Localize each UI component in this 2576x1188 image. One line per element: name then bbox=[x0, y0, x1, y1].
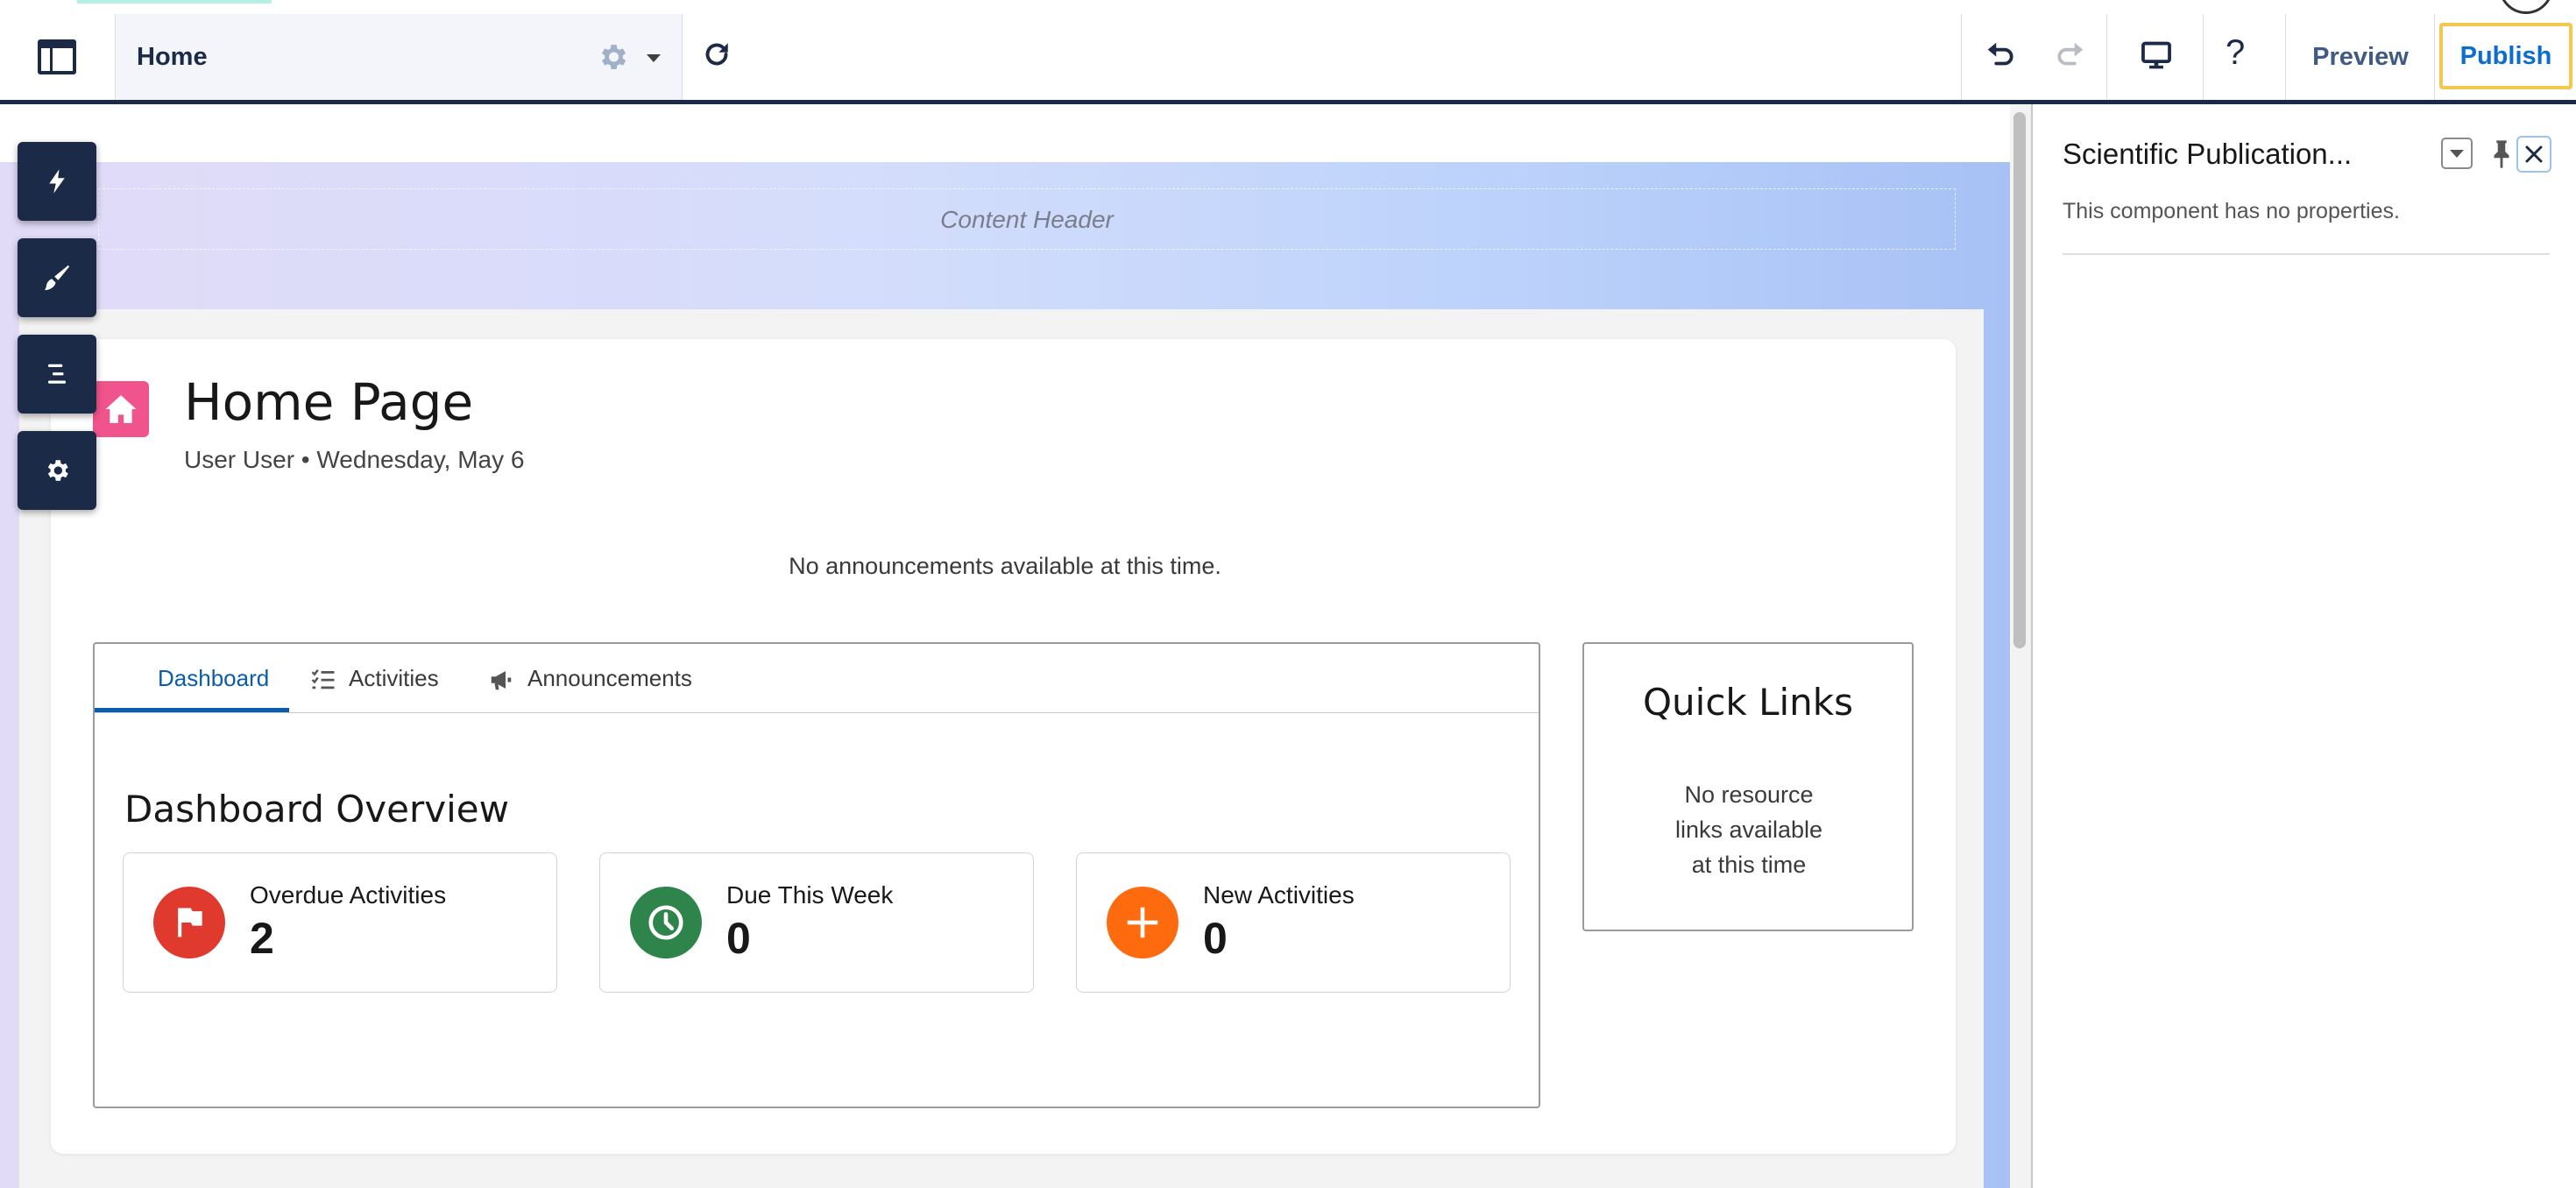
megaphone-icon bbox=[491, 671, 512, 690]
lightning-icon bbox=[49, 169, 65, 194]
quick-links-title: Quick Links bbox=[1642, 681, 1853, 724]
tab-announcements[interactable]: Announcements bbox=[487, 644, 692, 712]
stat-label: Due This Week bbox=[726, 881, 894, 909]
gear-icon bbox=[47, 460, 68, 481]
home-icon bbox=[93, 381, 149, 437]
close-icon bbox=[2525, 145, 2543, 163]
publish-button[interactable]: Publish bbox=[2439, 23, 2572, 89]
canvas-scrollbar-thumb[interactable] bbox=[2013, 112, 2026, 648]
stat-card-overdue[interactable]: Overdue Activities 2 bbox=[123, 852, 557, 993]
quick-links-empty-message: No resource links available at this time bbox=[1674, 781, 1823, 878]
pin-icon[interactable] bbox=[2492, 139, 2511, 169]
stat-label: Overdue Activities bbox=[250, 881, 447, 909]
panel-divider bbox=[2063, 253, 2550, 255]
user-avatar[interactable] bbox=[2499, 0, 2553, 14]
redo-icon[interactable] bbox=[2054, 39, 2087, 72]
panel-menu-button[interactable] bbox=[2441, 138, 2473, 169]
plus-icon bbox=[1107, 887, 1178, 958]
list-icon bbox=[48, 364, 66, 384]
stat-value: 0 bbox=[726, 914, 751, 963]
flag-icon bbox=[153, 887, 225, 958]
announcements-empty-message: No announcements available at this time. bbox=[789, 553, 1221, 579]
accent-strip bbox=[77, 0, 272, 4]
components-button[interactable] bbox=[18, 142, 96, 221]
panel-description: This component has no properties. bbox=[2063, 199, 2400, 223]
stat-card-due-this-week[interactable]: Due This Week 0 bbox=[599, 852, 1034, 993]
quick-links-card[interactable]: Quick Links No resource links available … bbox=[1582, 642, 1914, 931]
panel-title: Scientific Publication... bbox=[2063, 138, 2353, 170]
toolbar-divider bbox=[2285, 14, 2286, 100]
top-toolbar: Home ? Preview Publish bbox=[0, 0, 2576, 104]
page-settings-gear-icon[interactable] bbox=[596, 40, 629, 74]
theme-button[interactable] bbox=[18, 238, 96, 317]
refresh-icon[interactable] bbox=[701, 39, 732, 70]
stat-label: New Activities bbox=[1203, 881, 1355, 909]
layout-icon bbox=[38, 39, 76, 74]
brush-icon bbox=[44, 265, 70, 291]
page-canvas: Content Header Home Page User User • Wed… bbox=[0, 104, 2010, 1188]
tab-label: Announcements bbox=[527, 665, 692, 691]
chevron-down-icon bbox=[2450, 150, 2464, 158]
checklist-icon bbox=[311, 669, 335, 689]
settings-button[interactable] bbox=[18, 431, 96, 510]
tab-label: Dashboard bbox=[158, 665, 270, 691]
tab-label: Activities bbox=[349, 665, 439, 691]
close-button[interactable] bbox=[2516, 136, 2551, 173]
stat-value: 0 bbox=[1203, 914, 1228, 963]
tab-strip: Dashboard Activities Announcements bbox=[95, 644, 1539, 713]
tabset: Dashboard Activities Announcements Dashb… bbox=[93, 642, 1540, 1108]
page-selector-label: Home bbox=[137, 43, 208, 71]
undo-icon[interactable] bbox=[1984, 39, 2017, 72]
stat-card-new-activities[interactable]: New Activities 0 bbox=[1076, 852, 1511, 993]
chevron-down-icon[interactable] bbox=[647, 54, 661, 62]
tab-dashboard[interactable]: Dashboard bbox=[158, 644, 269, 712]
page-structure-button[interactable] bbox=[18, 335, 96, 414]
clock-icon bbox=[630, 887, 702, 958]
dashboard-title: Dashboard Overview bbox=[124, 788, 509, 831]
page-selector[interactable]: Home bbox=[115, 14, 683, 100]
desktop-icon[interactable] bbox=[2140, 39, 2173, 72]
page-subtitle: User User • Wednesday, May 6 bbox=[184, 446, 525, 473]
property-panel: Scientific Publication... This component… bbox=[2031, 104, 2576, 1188]
preview-button[interactable]: Preview bbox=[2287, 14, 2434, 100]
toolbar-divider bbox=[2434, 14, 2435, 100]
active-tab-indicator bbox=[95, 708, 289, 712]
app-menu-button[interactable] bbox=[0, 14, 114, 100]
toolbar-divider bbox=[2106, 14, 2107, 100]
tab-activities[interactable]: Activities bbox=[310, 644, 439, 712]
toolbar-divider bbox=[1961, 14, 1962, 100]
toolbar-divider bbox=[2203, 14, 2204, 100]
help-button[interactable]: ? bbox=[2226, 33, 2245, 73]
content-header-region[interactable]: Content Header bbox=[98, 188, 1956, 250]
page-title: Home Page bbox=[184, 372, 474, 432]
stat-value: 2 bbox=[250, 914, 274, 963]
